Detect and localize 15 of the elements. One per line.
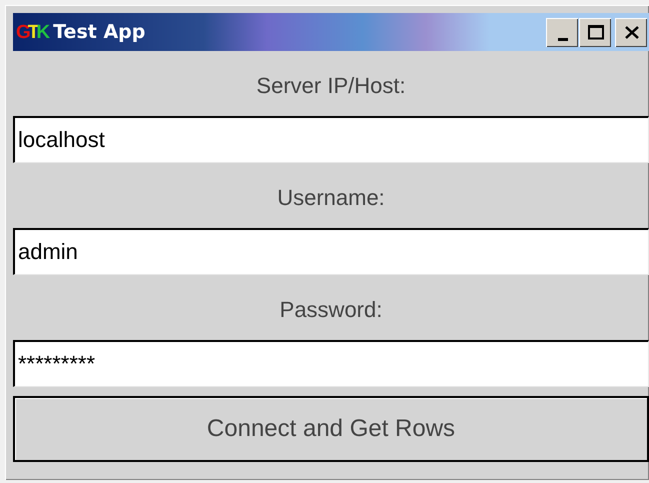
window-title: Test App bbox=[53, 20, 146, 45]
input-field[interactable]: ********* bbox=[13, 340, 649, 387]
close-icon bbox=[624, 26, 638, 39]
app-icon: GTK bbox=[16, 22, 48, 42]
field-label: Username: bbox=[277, 184, 385, 212]
field-label: Server IP/Host: bbox=[256, 72, 406, 100]
connect-button[interactable]: Connect and Get Rows bbox=[13, 396, 649, 462]
field-label: Password: bbox=[280, 296, 382, 324]
maximize-icon bbox=[588, 25, 604, 40]
minimize-icon bbox=[558, 38, 568, 40]
input-field[interactable]: admin bbox=[13, 228, 649, 275]
input-field[interactable]: localhost bbox=[13, 116, 649, 163]
maximize-button[interactable] bbox=[579, 18, 611, 46]
close-button[interactable] bbox=[615, 18, 647, 46]
minimize-button[interactable] bbox=[546, 18, 578, 46]
